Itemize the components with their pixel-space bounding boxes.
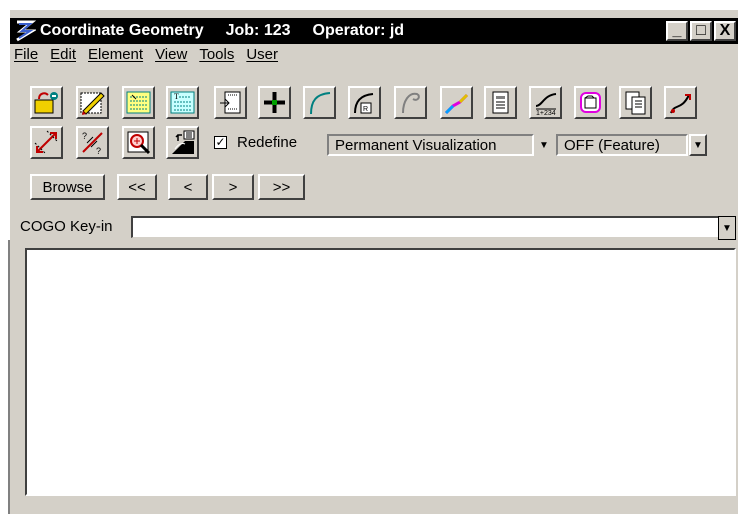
spiral-icon — [402, 92, 420, 114]
radius-curve-button[interactable]: R — [348, 86, 381, 119]
profile-station-icon: 1+234 — [535, 93, 557, 116]
layer-up-button[interactable] — [166, 126, 199, 159]
list-text-icon — [126, 91, 151, 114]
text-list-button[interactable]: T — [166, 86, 199, 119]
open-folder-button[interactable] — [30, 86, 63, 119]
path-arrow-icon — [670, 94, 691, 114]
curve-icon — [310, 92, 331, 115]
edit-button[interactable] — [76, 86, 109, 119]
window-title: Coordinate Geometry — [40, 22, 204, 39]
maximize-button[interactable]: □ — [690, 21, 712, 41]
last-button[interactable]: >> — [258, 174, 305, 200]
point-cross-icon — [264, 92, 285, 113]
region-icon — [580, 92, 601, 113]
svg-text:R: R — [363, 106, 368, 113]
layer-up-icon — [172, 130, 195, 154]
insert-page-button[interactable] — [214, 86, 247, 119]
redefine-toggle[interactable]: ✓ Redefine — [214, 134, 297, 151]
list-button[interactable] — [122, 86, 155, 119]
title-bar[interactable]: Coordinate Geometry Job: 123 Operator: j… — [10, 18, 738, 44]
text-list-icon: T — [170, 91, 195, 114]
menu-tools[interactable]: Tools — [199, 46, 234, 68]
browse-button[interactable]: Browse — [30, 174, 105, 200]
point-button[interactable] — [258, 86, 291, 119]
visualization-dropdown-arrow[interactable]: ▼ — [534, 134, 554, 156]
measure-button[interactable] — [30, 126, 63, 159]
profile-station-button[interactable]: 1+234 — [529, 86, 562, 119]
cogo-keyin-input[interactable] — [131, 216, 719, 238]
app-logo-icon — [14, 19, 36, 43]
visualization-value: Permanent Visualization — [335, 136, 497, 154]
feature-dropdown[interactable]: OFF (Feature) — [556, 134, 688, 156]
job-label: Job: 123 — [225, 22, 291, 39]
alignment-button[interactable] — [440, 86, 473, 119]
angle-button[interactable]: ?? — [76, 126, 109, 159]
first-button[interactable]: << — [117, 174, 157, 200]
angle-icon: ?? — [82, 131, 103, 156]
svg-text:1+234: 1+234 — [536, 110, 556, 116]
alignment-icon — [444, 93, 469, 115]
svg-text:?: ? — [82, 131, 87, 141]
window-left-edge — [8, 240, 10, 514]
feature-value: OFF (Feature) — [564, 136, 660, 154]
insert-page-icon — [220, 91, 241, 114]
copy-pages-button[interactable] — [619, 86, 652, 119]
menu-edit[interactable]: Edit — [50, 46, 76, 68]
menu-file[interactable]: File — [14, 46, 38, 68]
svg-text:?: ? — [96, 146, 101, 156]
cogo-keyin-dropdown-arrow[interactable]: ▼ — [718, 216, 736, 240]
operator-label: Operator: jd — [312, 22, 405, 39]
path-arrow-button[interactable] — [664, 86, 697, 119]
zoom-search-button[interactable] — [122, 126, 155, 159]
close-button[interactable]: X — [714, 21, 736, 41]
zoom-search-icon — [127, 131, 151, 155]
spiral-button[interactable] — [394, 86, 427, 119]
menu-bar: File Edit Element View Tools User — [14, 46, 278, 68]
minimize-button[interactable]: _ — [666, 21, 688, 41]
radius-curve-icon: R — [354, 93, 374, 114]
curve-button[interactable] — [303, 86, 336, 119]
open-folder-icon — [34, 92, 58, 114]
next-button[interactable]: > — [212, 174, 254, 200]
output-area[interactable] — [25, 248, 736, 496]
menu-element[interactable]: Element — [88, 46, 143, 68]
copy-pages-icon — [625, 91, 646, 115]
menu-view[interactable]: View — [155, 46, 187, 68]
visualization-dropdown[interactable]: Permanent Visualization — [327, 134, 534, 156]
document-edit-button[interactable] — [484, 86, 517, 119]
document-edit-icon — [492, 91, 509, 114]
redefine-label: Redefine — [237, 134, 298, 151]
feature-dropdown-arrow[interactable]: ▼ — [689, 134, 707, 156]
region-button[interactable] — [574, 86, 607, 119]
measure-icon — [34, 130, 59, 155]
menu-user[interactable]: User — [246, 46, 278, 68]
cogo-keyin-label: COGO Key-in — [20, 218, 113, 235]
redefine-checkbox[interactable]: ✓ — [214, 136, 227, 149]
previous-button[interactable]: < — [168, 174, 208, 200]
edit-pencil-icon — [80, 92, 105, 115]
svg-text:T: T — [174, 92, 179, 101]
